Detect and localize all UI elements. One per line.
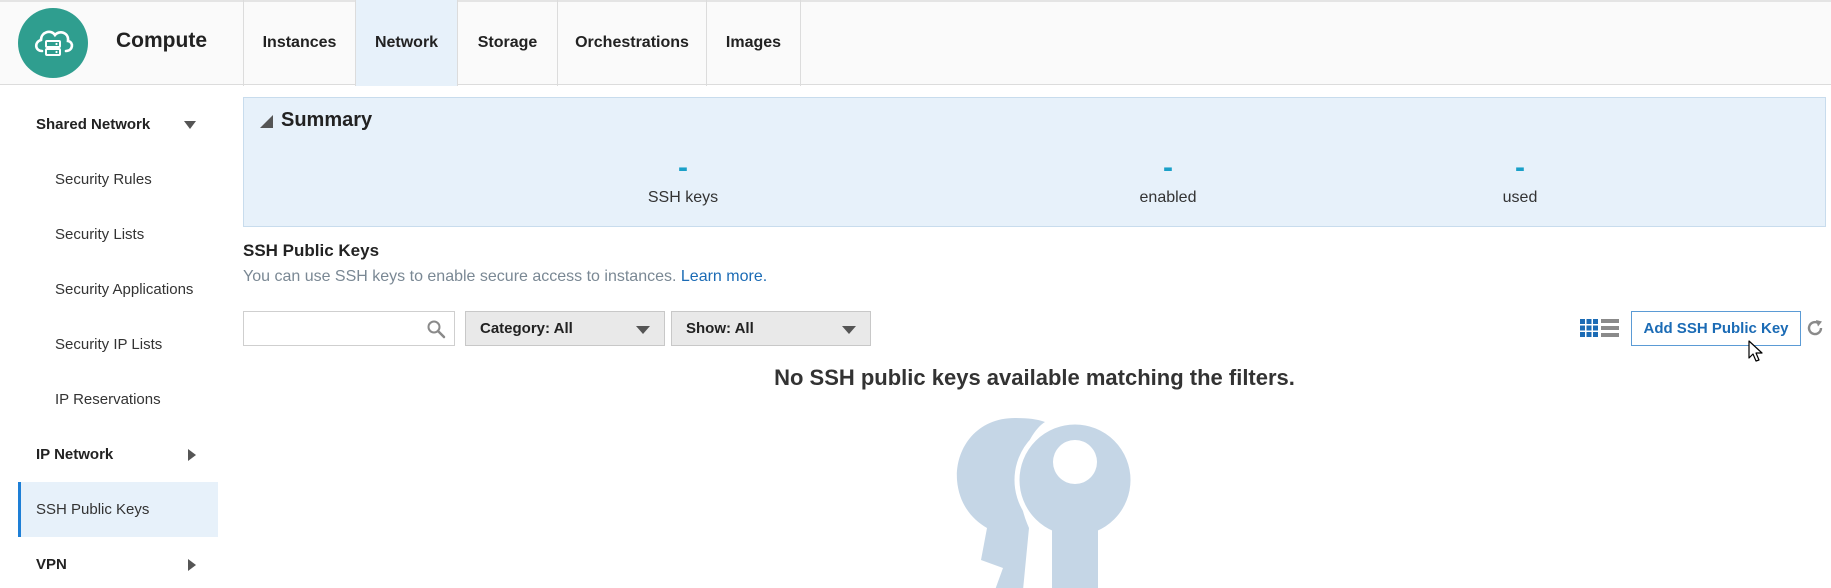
search-field[interactable]	[243, 311, 455, 346]
sidebar-item-label: IP Network	[36, 446, 114, 463]
view-toggle	[1580, 319, 1619, 342]
sidebar-item-security-applications[interactable]: Security Applications	[18, 262, 218, 317]
page-title: SSH Public Keys	[243, 241, 380, 260]
stat-value: -	[1514, 151, 1525, 184]
sidebar-item-vpn[interactable]: VPN	[18, 537, 218, 588]
tab-storage[interactable]: Storage	[458, 0, 558, 86]
sidebar-item-label: Security Lists	[55, 226, 145, 243]
sidebar-item-ip-network[interactable]: IP Network	[18, 427, 218, 482]
search-icon[interactable]	[426, 319, 446, 344]
tab-instances[interactable]: Instances	[244, 0, 356, 86]
grid-view-icon[interactable]	[1580, 319, 1598, 342]
keys-icon	[945, 410, 1145, 588]
sidebar-item-security-ip-lists[interactable]: Security IP Lists	[18, 317, 218, 372]
stat-ssh-keys: - SSH keys	[648, 153, 718, 207]
chevron-right-icon[interactable]	[188, 448, 196, 461]
show-select-value: Show: All	[686, 320, 754, 337]
tab-images[interactable]: Images	[707, 0, 801, 86]
show-select[interactable]: Show: All	[671, 311, 871, 346]
sidebar-item-security-rules[interactable]: Security Rules	[18, 152, 218, 207]
search-input[interactable]	[244, 312, 424, 345]
page-description: You can use SSH keys to enable secure ac…	[243, 268, 767, 286]
stat-label: used	[1502, 189, 1538, 206]
chevron-down-icon	[842, 326, 856, 334]
sidebar-item-label: Security Rules	[55, 171, 152, 188]
sidebar-item-label: VPN	[36, 556, 67, 573]
stat-used: - used	[1503, 153, 1538, 207]
sidebar-item-label: IP Reservations	[55, 391, 161, 408]
cloud-server-icon[interactable]	[18, 8, 88, 78]
sidebar-item-label: SSH Public Keys	[36, 501, 150, 518]
app-header: Compute Instances Network Storage Orches…	[0, 0, 1831, 86]
stat-label: enabled	[1139, 189, 1197, 206]
stat-value: -	[678, 151, 688, 184]
sidebar-item-shared-network[interactable]: Shared Network	[18, 97, 218, 152]
sidebar: Shared Network Security Rules Security L…	[18, 97, 218, 588]
sidebar-item-ip-reservations[interactable]: IP Reservations	[18, 372, 218, 427]
empty-state-message: No SSH public keys available matching th…	[774, 365, 1295, 390]
chevron-down-icon[interactable]	[184, 120, 196, 129]
chevron-down-icon	[636, 326, 650, 334]
description-text: You can use SSH keys to enable secure ac…	[243, 268, 677, 285]
sidebar-item-ssh-public-keys[interactable]: SSH Public Keys	[18, 482, 218, 537]
sidebar-item-label: Security Applications	[55, 281, 194, 298]
add-ssh-key-button[interactable]: Add SSH Public Key	[1631, 311, 1801, 346]
sidebar-item-security-lists[interactable]: Security Lists	[18, 207, 218, 262]
stat-value: -	[1162, 151, 1173, 184]
summary-title: Summary	[281, 109, 373, 131]
sidebar-item-label: Security IP Lists	[55, 336, 163, 353]
summary-panel: Summary - SSH keys - enabled - used	[243, 97, 1826, 227]
stat-enabled: - enabled	[1140, 153, 1197, 207]
collapse-triangle-icon[interactable]	[260, 115, 273, 128]
tab-orchestrations[interactable]: Orchestrations	[558, 0, 707, 86]
category-select-value: Category: All	[480, 320, 573, 337]
stat-label: SSH keys	[647, 189, 719, 206]
list-view-icon[interactable]	[1601, 319, 1619, 342]
app-title: Compute	[116, 29, 207, 52]
sidebar-item-label: Shared Network	[36, 116, 151, 133]
tab-network[interactable]: Network	[356, 0, 458, 86]
chevron-right-icon[interactable]	[188, 558, 196, 571]
category-select[interactable]: Category: All	[465, 311, 665, 346]
main-tabs: Instances Network Storage Orchestrations…	[243, 0, 801, 86]
refresh-icon[interactable]	[1805, 318, 1825, 343]
learn-more-link[interactable]: Learn more.	[681, 268, 767, 285]
